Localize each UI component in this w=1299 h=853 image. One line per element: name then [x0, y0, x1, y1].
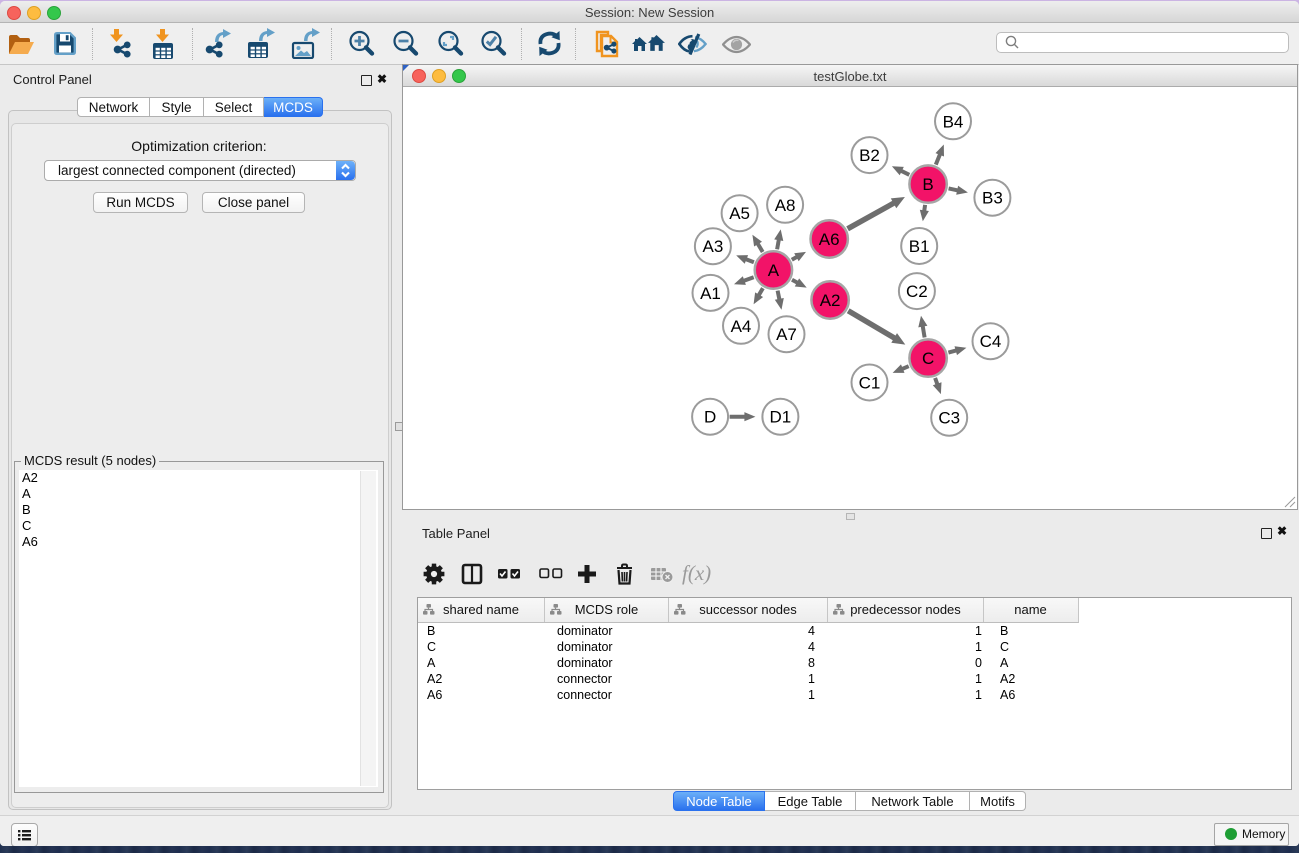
- svg-text:C2: C2: [906, 282, 928, 301]
- svg-text:D: D: [704, 408, 716, 427]
- svg-text:C4: C4: [980, 332, 1002, 351]
- svg-text:A: A: [768, 261, 780, 280]
- svg-text:A2: A2: [820, 291, 841, 310]
- svg-text:A7: A7: [776, 325, 797, 344]
- svg-text:B2: B2: [859, 146, 880, 165]
- svg-text:A4: A4: [731, 317, 752, 336]
- svg-text:A6: A6: [819, 230, 840, 249]
- svg-text:A5: A5: [729, 204, 750, 223]
- svg-text:D1: D1: [770, 408, 792, 427]
- svg-text:A1: A1: [700, 284, 721, 303]
- svg-text:C3: C3: [938, 409, 960, 428]
- svg-text:B4: B4: [943, 112, 964, 131]
- svg-text:C1: C1: [859, 374, 881, 393]
- svg-text:A3: A3: [703, 237, 724, 256]
- svg-text:B: B: [922, 175, 933, 194]
- svg-text:B1: B1: [909, 237, 930, 256]
- svg-text:A8: A8: [775, 196, 796, 215]
- svg-text:C: C: [922, 349, 934, 368]
- svg-text:B3: B3: [982, 189, 1003, 208]
